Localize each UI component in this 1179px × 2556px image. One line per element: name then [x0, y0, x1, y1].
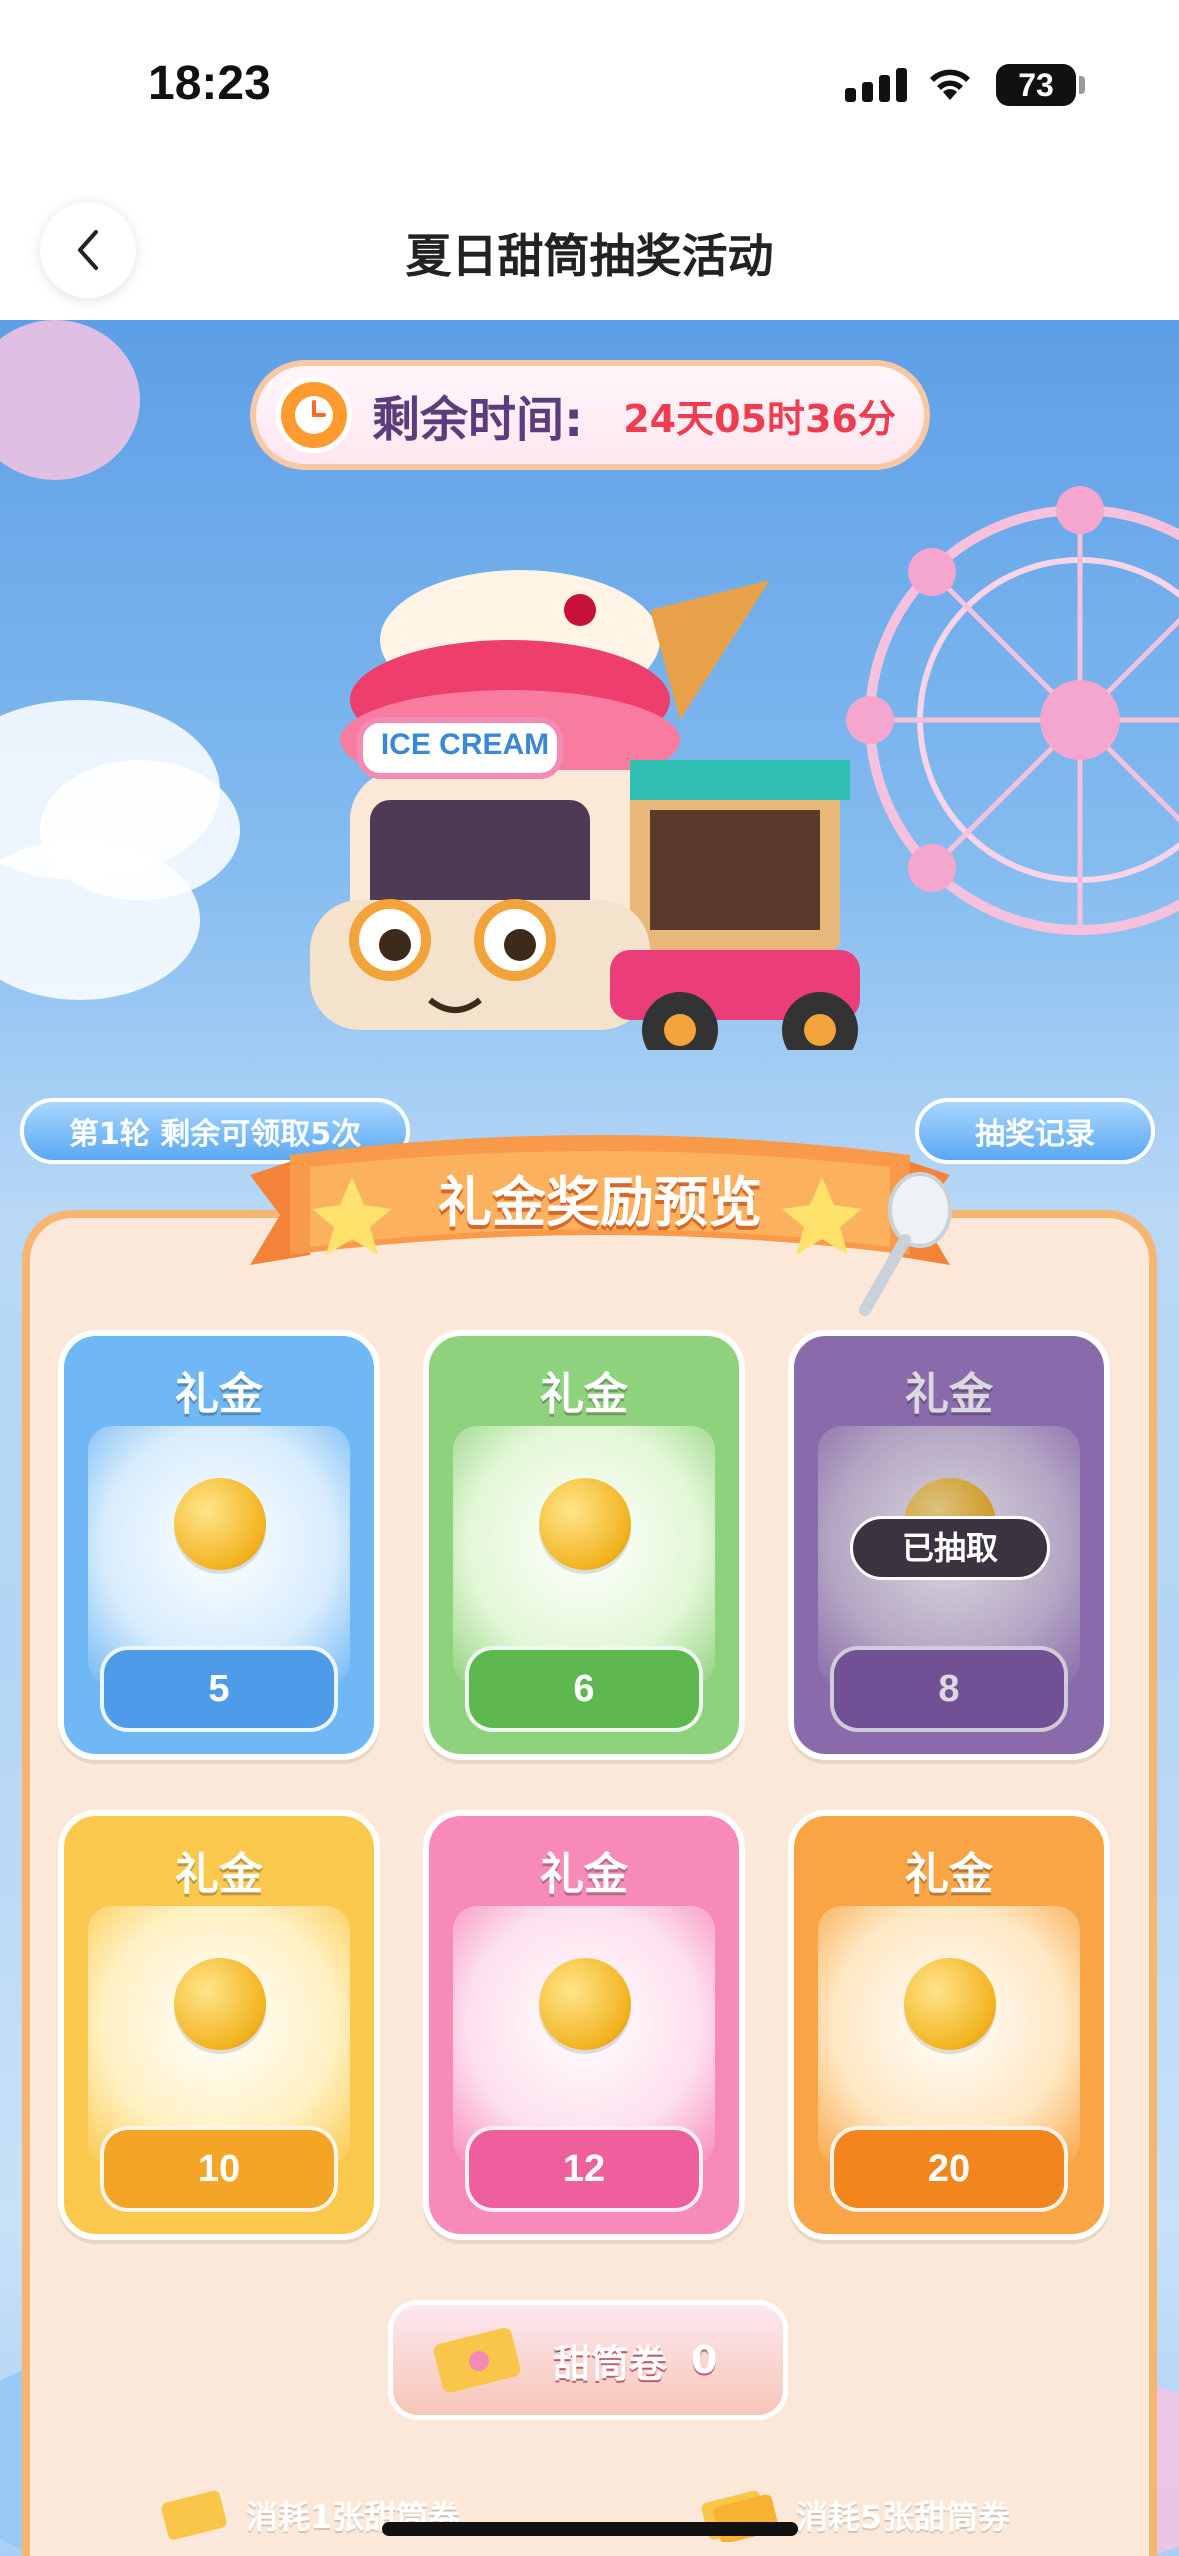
reward-card-title: 礼金 [540, 1849, 628, 1900]
spoon-icon [859, 1172, 952, 1316]
reward-card-title: 礼金 [905, 1849, 993, 1900]
drawn-overlay: 已抽取 [794, 1336, 1104, 1754]
drawn-badge: 已抽取 [850, 1516, 1050, 1580]
coupon-label: 甜筒卷 [553, 2341, 668, 2386]
reward-card-title: 礼金 [540, 1369, 628, 1420]
reward-card-title: 礼金 [175, 1369, 263, 1420]
cloud-decoration [0, 320, 140, 480]
status-time: 18:23 [148, 57, 271, 110]
treasure-chest-icon [539, 1958, 631, 2050]
status-bar: 18:23 73 [0, 0, 1179, 180]
battery-icon: 73 [996, 64, 1076, 106]
coin-pile-icon [539, 1478, 631, 1570]
wifi-icon [930, 69, 970, 100]
battery-cap [1079, 76, 1085, 94]
ticket-icon [433, 2328, 521, 2393]
alarm-clock-icon [276, 377, 352, 453]
reward-card[interactable]: 礼金 12 [423, 1810, 745, 2240]
ice-cream-truck-illustration [310, 570, 860, 1050]
reward-amount: 12 [465, 2126, 703, 2212]
cone-coupon-counter: 甜筒卷 0 [388, 2300, 788, 2420]
draw-history-button[interactable]: 抽奖记录 [915, 1098, 1155, 1164]
draw-once-button[interactable]: 消耗1张甜筒券 [160, 2480, 520, 2550]
banner-title: 礼金奖励预览 [438, 1171, 762, 1234]
reward-amount: 20 [830, 2126, 1068, 2212]
coin-heap-icon [174, 1958, 266, 2050]
reward-card[interactable]: 礼金 20 [788, 1810, 1110, 2240]
reward-card-title: 礼金 [175, 1849, 263, 1900]
reward-amount: 6 [465, 1646, 703, 1732]
reward-amount: 5 [100, 1646, 338, 1732]
draw-five-label: 消耗5张甜筒券 [796, 2498, 1011, 2536]
nav-bar: 夏日甜筒抽奖活动 [0, 180, 1179, 320]
page-title: 夏日甜筒抽奖活动 [405, 229, 774, 283]
countdown-timer: 剩余时间: 24天05时36分 [250, 360, 930, 470]
truck-sign: ICE CREAM [380, 728, 550, 761]
reward-card[interactable]: 礼金 6 [423, 1330, 745, 1760]
coupon-count: 0 [691, 2338, 718, 2382]
timer-label: 剩余时间: [372, 392, 584, 448]
reward-amount: 10 [100, 2126, 338, 2212]
draw-five-button[interactable]: 消耗5张甜筒券 [700, 2480, 1080, 2550]
ice-cream-coin-icon [174, 1478, 266, 1570]
cellular-signal-icon [845, 68, 907, 102]
home-indicator [382, 2522, 798, 2536]
activity-main: 剩余时间: 24天05时36分 ICE CREAM 第1轮 剩余可领取5次 抽奖… [0, 320, 1179, 2556]
timer-value: 24天05时36分 [623, 396, 896, 441]
treasure-chest-gold-icon [904, 1958, 996, 2050]
ticket-icon [161, 2490, 227, 2540]
reward-card[interactable]: 礼金 5 [58, 1330, 380, 1760]
reward-card[interactable]: 礼金 8 已抽取 [788, 1330, 1110, 1760]
reward-card[interactable]: 礼金 10 [58, 1810, 380, 2240]
